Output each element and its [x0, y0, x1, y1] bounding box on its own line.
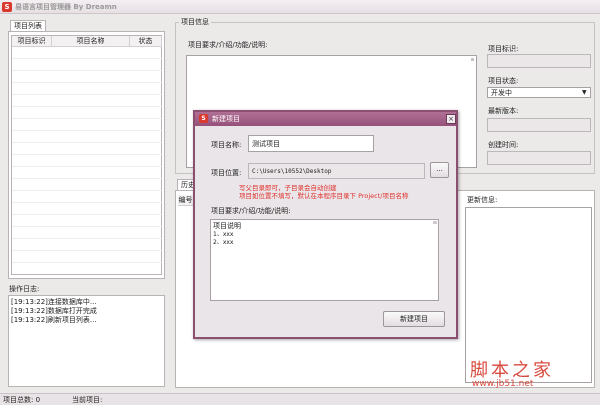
- grid-row-line: [12, 154, 162, 155]
- column-header-status[interactable]: 状态: [130, 36, 162, 47]
- current-project-label: 当前项目:: [72, 396, 103, 404]
- latest-version-label: 最新版本:: [488, 107, 519, 115]
- project-location-label: 项目位置:: [211, 169, 242, 177]
- app-logo-icon: S: [2, 2, 12, 12]
- column-header-project-name[interactable]: 项目名称: [52, 36, 130, 47]
- operation-log-label: 操作日志:: [9, 285, 40, 293]
- project-status-label: 项目状态:: [488, 77, 519, 85]
- close-button[interactable]: ×: [446, 114, 456, 124]
- new-project-dialog: S 新建项目 × 项目名称: 测试项目 项目位置: C:\Users\10552…: [193, 110, 458, 339]
- requirement-line: 2、xxx: [213, 239, 234, 246]
- grid-row-line: [12, 190, 162, 191]
- site-watermark-url: www.jb51.net: [472, 379, 534, 389]
- scroll-up-marker: [433, 221, 437, 224]
- project-name-input[interactable]: 测试项目: [248, 135, 374, 152]
- history-column-header[interactable]: 编号: [178, 195, 194, 206]
- grid-row-line: [12, 238, 162, 239]
- project-info-legend: 项目信息: [179, 17, 211, 27]
- location-note-line-2: 项目如位置不填写，默认在本程序目录下 Project/项目名称: [239, 192, 409, 200]
- grid-row-line: [12, 106, 162, 107]
- grid-row-line: [12, 130, 162, 131]
- column-header-project-id[interactable]: 项目标识: [12, 36, 52, 47]
- log-line: [19:13:22]连接数据库中...: [11, 298, 97, 306]
- grid-row-line: [12, 214, 162, 215]
- dialog-title-bar[interactable]: S 新建项目 ×: [195, 112, 456, 126]
- status-bar: 项目总数: 0 当前项目:: [0, 393, 600, 405]
- project-status-value: 开发中: [491, 89, 512, 97]
- close-icon: ×: [448, 115, 454, 123]
- latest-version-field[interactable]: [487, 118, 591, 132]
- log-line: [19:13:22]刷新项目列表...: [11, 316, 97, 324]
- dialog-app-icon: S: [199, 114, 208, 123]
- requirement-label: 项目要求/介绍/功能/说明:: [188, 41, 268, 49]
- grid-row-line: [12, 250, 162, 251]
- update-info-label: 更新信息:: [467, 196, 498, 204]
- project-name-value: 测试项目: [252, 140, 280, 148]
- project-id-label: 项目标识:: [488, 45, 519, 53]
- project-location-value: C:\Users\10552\Desktop: [252, 168, 332, 175]
- dialog-requirement-label: 项目要求/介绍/功能/说明:: [211, 207, 291, 215]
- project-total-count: 项目总数: 0: [3, 396, 41, 404]
- create-project-button[interactable]: 新建项目: [383, 311, 445, 327]
- grid-row-line: [12, 226, 162, 227]
- dialog-requirement-textarea[interactable]: 项目说明 1、xxx 2、xxx: [210, 219, 439, 301]
- project-list-table[interactable]: 项目标识 项目名称 状态: [11, 35, 162, 275]
- chevron-down-icon: ▼: [582, 89, 587, 96]
- grid-row-line: [12, 166, 162, 167]
- grid-row-line: [12, 94, 162, 95]
- grid-row-line: [12, 58, 162, 59]
- created-time-field[interactable]: [487, 151, 591, 165]
- window-title: 易语言项目管理器 By Dreamn: [15, 3, 117, 11]
- grid-row-line: [12, 202, 162, 203]
- grid-row-line: [12, 178, 162, 179]
- log-line: [19:13:22]数据库打开完成: [11, 307, 97, 315]
- grid-row-line: [12, 142, 162, 143]
- grid-row-line: [12, 70, 162, 71]
- project-status-select[interactable]: 开发中 ▼: [487, 87, 591, 98]
- operation-log-box[interactable]: [19:13:22]连接数据库中... [19:13:22]数据库打开完成 [1…: [8, 295, 165, 387]
- project-name-label: 项目名称:: [211, 141, 242, 149]
- grid-row-line: [12, 118, 162, 119]
- dialog-title: 新建项目: [212, 115, 240, 123]
- scroll-up-marker: [471, 58, 474, 61]
- project-id-field[interactable]: [487, 54, 591, 68]
- project-list-panel: 项目标识 项目名称 状态: [8, 31, 165, 279]
- grid-row-line: [12, 82, 162, 83]
- project-location-input[interactable]: C:\Users\10552\Desktop: [248, 163, 425, 179]
- created-time-label: 创建时间:: [488, 141, 519, 149]
- browse-button[interactable]: ...: [430, 162, 449, 178]
- grid-row-line: [12, 262, 162, 263]
- window-title-bar[interactable]: S 易语言项目管理器 By Dreamn: [0, 0, 600, 14]
- tab-project-list[interactable]: 项目列表: [10, 20, 46, 31]
